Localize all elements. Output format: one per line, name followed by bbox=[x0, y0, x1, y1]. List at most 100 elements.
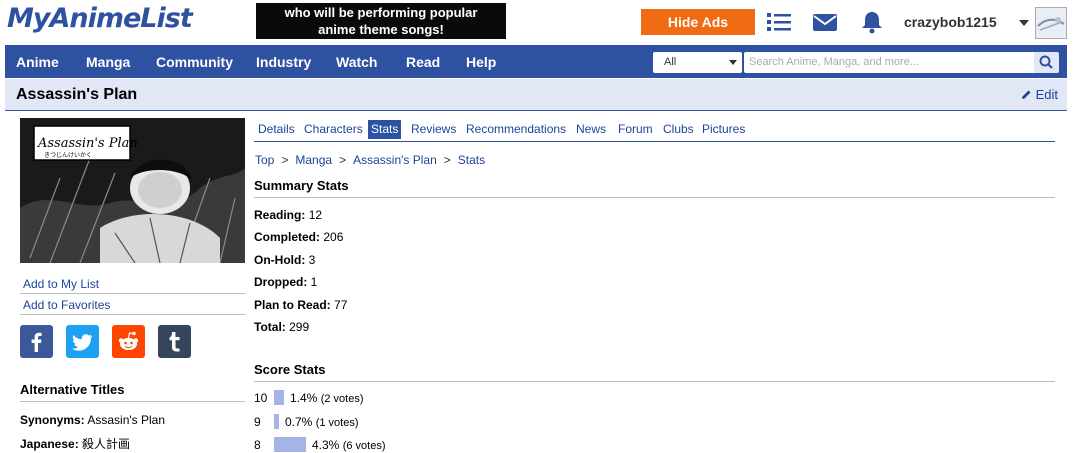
search-icon bbox=[1039, 55, 1053, 69]
edit-link[interactable]: Edit bbox=[1021, 87, 1058, 102]
synonyms-value: Assasin's Plan bbox=[87, 413, 166, 427]
page-title: Assassin's Plan bbox=[16, 86, 138, 103]
tab-stats[interactable]: Stats bbox=[368, 120, 402, 139]
cover-subtitle-text: きつじんけいかく bbox=[44, 152, 92, 159]
stat-value: 206 bbox=[323, 230, 344, 244]
search-button[interactable] bbox=[1034, 52, 1059, 73]
stat-label: Completed: bbox=[254, 230, 320, 244]
nav-help[interactable]: Help bbox=[466, 45, 496, 78]
add-to-list-link[interactable]: Add to My List bbox=[20, 274, 245, 294]
cover-title-text: Assassin's Plan bbox=[37, 136, 138, 151]
stat-value: 299 bbox=[289, 320, 310, 334]
breadcrumb-top[interactable]: Top bbox=[255, 153, 274, 167]
score-value: 8 bbox=[254, 438, 261, 452]
add-to-favorites-link[interactable]: Add to Favorites bbox=[20, 295, 245, 315]
mail-icon[interactable] bbox=[812, 10, 838, 34]
reddit-icon bbox=[118, 331, 139, 350]
chevron-down-icon[interactable] bbox=[1019, 20, 1029, 26]
score-value: 10 bbox=[254, 391, 268, 405]
breadcrumb-stats[interactable]: Stats bbox=[458, 153, 485, 167]
site-logo[interactable]: MyAnimeList bbox=[7, 3, 193, 34]
hide-ads-button[interactable]: Hide Ads bbox=[641, 9, 755, 35]
pencil-icon bbox=[1021, 90, 1031, 99]
score-percent: 1.4% (2 votes) bbox=[290, 391, 364, 405]
tab-recommendations[interactable]: Recommendations bbox=[463, 120, 569, 139]
score-stats-heading: Score Stats bbox=[254, 362, 1055, 382]
score-value: 9 bbox=[254, 415, 261, 429]
stat-label: On-Hold: bbox=[254, 253, 306, 267]
score-votes: (6 votes) bbox=[342, 440, 386, 452]
facebook-icon bbox=[31, 332, 42, 352]
tab-details[interactable]: Details bbox=[255, 120, 298, 139]
summary-stats-heading: Summary Stats bbox=[254, 178, 1055, 198]
stat-label: Total: bbox=[254, 320, 286, 334]
stat-value: 1 bbox=[310, 275, 318, 289]
score-percent-value: 1.4% bbox=[290, 391, 318, 405]
cover-image[interactable]: Assassin's Plan きつじんけいかく bbox=[20, 118, 245, 263]
nav-read[interactable]: Read bbox=[406, 45, 440, 78]
tab-news[interactable]: News bbox=[573, 120, 609, 139]
banner-line-2: anime theme songs! bbox=[318, 22, 444, 37]
reddit-share-button[interactable] bbox=[112, 325, 145, 358]
twitter-share-button[interactable] bbox=[66, 325, 99, 358]
page-title-bar: Assassin's Plan Edit bbox=[5, 79, 1067, 111]
tumblr-icon bbox=[169, 332, 180, 352]
ad-banner[interactable]: who will be performing popular anime the… bbox=[256, 3, 506, 39]
stat-plan-to-read: Plan to Read: 77 bbox=[254, 298, 347, 312]
breadcrumb-manga[interactable]: Manga bbox=[295, 153, 332, 167]
stat-completed: Completed: 206 bbox=[254, 230, 343, 244]
nav-industry[interactable]: Industry bbox=[256, 45, 311, 78]
score-bar bbox=[274, 390, 284, 405]
breadcrumb-separator: > bbox=[443, 153, 451, 167]
stat-value: 3 bbox=[308, 253, 316, 267]
tab-forum[interactable]: Forum bbox=[615, 120, 656, 139]
score-percent-value: 0.7% bbox=[285, 415, 313, 429]
stat-label: Plan to Read: bbox=[254, 298, 331, 312]
breadcrumb-title[interactable]: Assassin's Plan bbox=[353, 153, 437, 167]
stat-total: Total: 299 bbox=[254, 320, 309, 334]
site-header: MyAnimeList who will be performing popul… bbox=[0, 0, 1087, 45]
main-nav: Anime Manga Community Industry Watch Rea… bbox=[5, 45, 1067, 78]
nav-manga[interactable]: Manga bbox=[86, 45, 130, 78]
score-votes: (1 votes) bbox=[315, 417, 359, 429]
stat-dropped: Dropped: 1 bbox=[254, 275, 317, 289]
search-category-value: All bbox=[664, 56, 677, 68]
nav-watch[interactable]: Watch bbox=[336, 45, 377, 78]
list-icon[interactable] bbox=[766, 10, 792, 34]
score-bar bbox=[274, 414, 279, 429]
bell-icon[interactable] bbox=[859, 10, 885, 34]
score-votes: (2 votes) bbox=[320, 393, 364, 405]
japanese-title-row: Japanese: 殺人計画 bbox=[20, 435, 130, 452]
stat-value: 77 bbox=[334, 298, 348, 312]
tumblr-share-button[interactable] bbox=[158, 325, 191, 358]
twitter-icon bbox=[72, 334, 93, 351]
nav-anime[interactable]: Anime bbox=[16, 45, 59, 78]
breadcrumb-separator: > bbox=[339, 153, 347, 167]
alternative-titles-heading: Alternative Titles bbox=[20, 382, 245, 402]
stat-reading: Reading: 12 bbox=[254, 208, 322, 222]
facebook-share-button[interactable] bbox=[20, 325, 53, 358]
synonyms-row: Synonyms: Assasin's Plan bbox=[20, 413, 165, 427]
breadcrumb-separator: > bbox=[281, 153, 289, 167]
score-bar bbox=[274, 437, 306, 452]
search-input[interactable]: Search Anime, Manga, and more... bbox=[744, 52, 1034, 73]
edit-label: Edit bbox=[1035, 87, 1058, 102]
tab-reviews[interactable]: Reviews bbox=[408, 120, 459, 139]
stat-value: 12 bbox=[308, 208, 323, 222]
tab-bar: Details Characters Stats Reviews Recomme… bbox=[254, 119, 1055, 142]
tab-clubs[interactable]: Clubs bbox=[660, 120, 697, 139]
username[interactable]: crazybob1215 bbox=[904, 14, 997, 30]
stat-on-hold: On-Hold: 3 bbox=[254, 253, 315, 267]
avatar[interactable] bbox=[1035, 7, 1067, 39]
score-percent: 4.3% (6 votes) bbox=[312, 438, 386, 452]
nav-community[interactable]: Community bbox=[156, 45, 233, 78]
score-percent: 0.7% (1 votes) bbox=[285, 415, 359, 429]
search-category-select[interactable]: All bbox=[653, 52, 742, 73]
stat-label: Dropped: bbox=[254, 275, 308, 289]
synonyms-label: Synonyms: bbox=[20, 413, 85, 427]
tab-characters[interactable]: Characters bbox=[301, 120, 366, 139]
banner-line-1: who will be performing popular bbox=[284, 5, 478, 20]
chevron-down-icon bbox=[729, 60, 737, 65]
tab-pictures[interactable]: Pictures bbox=[699, 120, 748, 139]
score-percent-value: 4.3% bbox=[312, 438, 340, 452]
